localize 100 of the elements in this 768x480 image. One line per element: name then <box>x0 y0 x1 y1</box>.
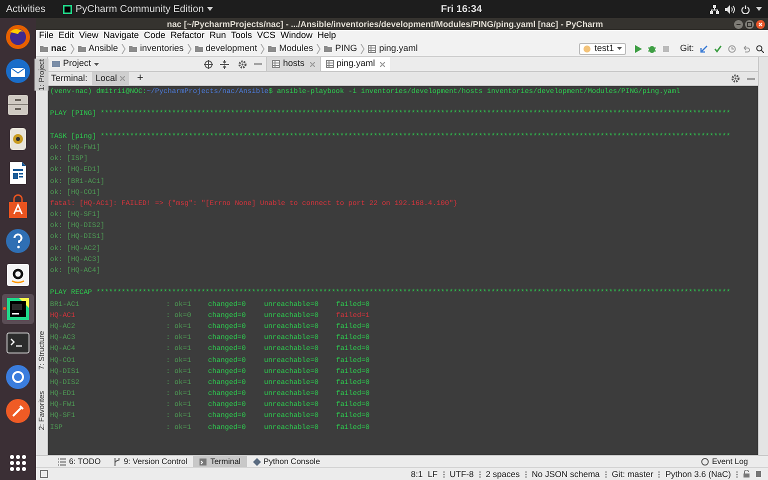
chevron-icon <box>316 44 322 54</box>
folder-icon <box>268 44 276 52</box>
run-config-dropdown[interactable]: test1 <box>579 42 626 54</box>
network-icon[interactable] <box>710 4 719 14</box>
tool-window-tab[interactable]: Python Console <box>246 456 326 467</box>
status-item[interactable]: LF <box>428 468 438 480</box>
pycharm-icon <box>5 296 31 322</box>
breadcrumb[interactable]: inventories <box>140 42 184 56</box>
terminal-label: Terminal: <box>51 72 88 85</box>
status-item[interactable]: No JSON schema <box>532 468 600 480</box>
breadcrumb[interactable]: Ansible <box>88 42 118 56</box>
menu-item[interactable]: Edit <box>58 31 74 40</box>
menu-item[interactable]: Navigate <box>103 31 139 40</box>
caret-icon <box>94 62 100 66</box>
app-grid-icon[interactable] <box>9 454 27 472</box>
status-item[interactable]: Git: master <box>612 468 654 480</box>
breadcrumb[interactable]: development <box>206 42 258 56</box>
menu-item[interactable]: VCS <box>256 31 276 40</box>
target-icon[interactable] <box>204 60 213 68</box>
file-cabinet-icon <box>5 92 31 118</box>
help-icon <box>5 228 31 254</box>
file-icon <box>272 60 280 68</box>
dropdown-handle-icon <box>442 470 445 478</box>
terminal-icon <box>5 330 31 356</box>
menu-item[interactable]: Help <box>318 31 336 40</box>
search-icon[interactable] <box>756 44 764 52</box>
commit-icon[interactable] <box>714 44 722 52</box>
speech-bubble-icon <box>700 458 709 466</box>
settings-icon[interactable] <box>238 60 247 68</box>
browser-icon <box>5 364 31 390</box>
terminal-icon <box>199 458 208 466</box>
git-label: Git: <box>680 42 694 55</box>
dropdown-handle-icon <box>736 470 738 478</box>
folder-icon <box>194 44 203 52</box>
status-item[interactable]: UTF-8 <box>450 468 474 480</box>
dropdown-handle-icon <box>658 470 660 478</box>
power-icon[interactable] <box>741 4 750 14</box>
revert-icon[interactable] <box>742 44 750 52</box>
caret-icon <box>206 7 213 11</box>
lock-icon[interactable] <box>743 470 750 478</box>
event-log-button[interactable]: Event Log <box>700 456 768 468</box>
add-tab-button[interactable]: + <box>137 70 144 87</box>
chevron-icon <box>186 44 192 54</box>
branch-icon <box>112 458 121 466</box>
collapse-icon[interactable] <box>220 60 229 68</box>
panel-toggle-icon[interactable] <box>40 470 48 478</box>
tool-window-tab[interactable]: 6: TODO <box>52 456 107 467</box>
breadcrumb[interactable]: Modules <box>279 42 314 56</box>
history-icon[interactable] <box>728 44 736 52</box>
file-icon <box>326 60 334 68</box>
running-dot-icon <box>3 307 6 310</box>
folder-icon <box>324 44 332 52</box>
tool-window-tab[interactable]: 9: Version Control <box>106 456 194 467</box>
close-icon[interactable] <box>756 20 765 28</box>
chevron-icon <box>70 44 75 54</box>
mail-icon <box>5 58 31 84</box>
dropdown-handle-icon <box>524 470 527 478</box>
chevron-icon <box>360 44 366 54</box>
settings-icon[interactable] <box>731 74 740 83</box>
dropdown-handle-icon <box>604 470 607 478</box>
app-menu[interactable]: PyCharm Community Edition <box>75 2 204 16</box>
file-icon <box>368 44 376 52</box>
breadcrumb[interactable]: nac <box>51 42 67 56</box>
session-tab[interactable]: Local <box>92 72 130 85</box>
chevron-icon <box>121 44 126 54</box>
dock-item[interactable] <box>2 294 34 324</box>
menu-item[interactable]: Refactor <box>170 31 204 40</box>
breadcrumb[interactable]: ping.yaml <box>379 42 418 56</box>
breadcrumb[interactable]: PING <box>335 42 358 56</box>
caret-icon[interactable] <box>756 7 762 11</box>
clock[interactable]: Fri 16:34 <box>440 2 482 16</box>
dropdown-handle-icon <box>478 470 481 478</box>
menu-item[interactable]: View <box>79 31 98 40</box>
editor-tab[interactable]: hosts <box>266 57 320 71</box>
menu-item[interactable]: Tools <box>230 31 252 40</box>
debug-icon[interactable] <box>648 44 656 52</box>
volume-icon[interactable] <box>725 4 735 14</box>
folder-icon <box>78 44 86 52</box>
firefox-icon <box>5 24 31 50</box>
status-item[interactable]: 2 spaces <box>486 468 520 480</box>
status-item[interactable]: 8:1 <box>410 468 423 480</box>
menu-item[interactable]: Window <box>280 31 313 40</box>
minimize-icon[interactable] <box>734 20 743 28</box>
menu-item[interactable]: File <box>39 31 54 40</box>
menu-item[interactable]: Run <box>209 31 226 40</box>
project-view-dropdown[interactable]: Project <box>63 57 92 71</box>
editor-tab[interactable]: ping.yaml <box>320 57 390 71</box>
chevron-icon <box>260 44 266 54</box>
activities-button[interactable]: Activities <box>6 2 46 16</box>
window-title: nac [~/PycharmProjects/nac] - .../Ansible/inventories/development/Modules/PING/ping.yaml [nac] - PyCharm <box>166 20 604 28</box>
folder-icon <box>129 44 138 52</box>
pycharm-icon <box>63 4 72 14</box>
menu-item[interactable]: Code <box>144 31 166 40</box>
rocket-icon <box>5 398 31 424</box>
list-icon <box>58 458 66 466</box>
tool-window-tab[interactable]: Terminal <box>193 456 247 467</box>
run-icon[interactable] <box>634 44 642 52</box>
status-item[interactable]: Python 3.6 (NaC) <box>665 468 731 480</box>
update-icon[interactable] <box>700 44 708 52</box>
caret-icon <box>616 47 622 50</box>
